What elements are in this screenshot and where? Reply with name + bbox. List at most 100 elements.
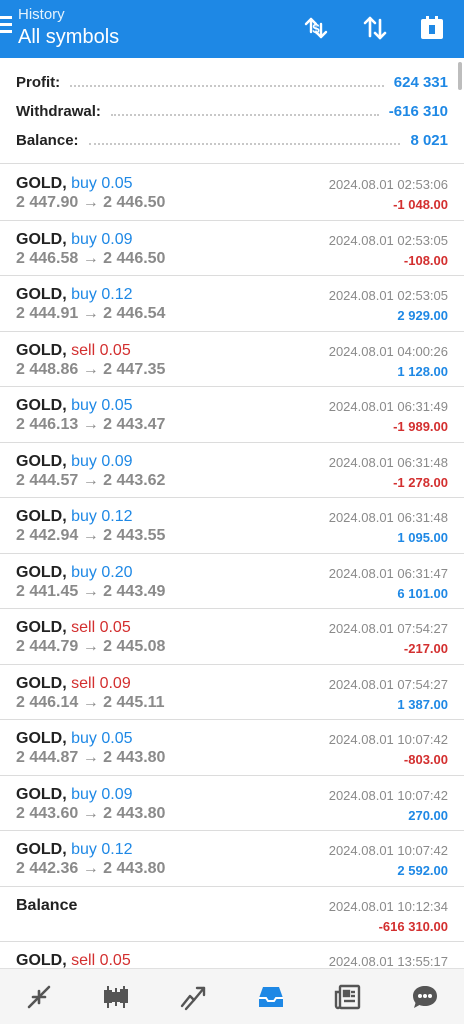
- deal-title: GOLD, buy 0.09: [16, 453, 133, 471]
- deal-row[interactable]: GOLD, buy 0.09 2 443.60 → 2 443.80 2024.08…: [0, 776, 464, 831]
- deal-symbol: GOLD,: [16, 952, 67, 969]
- deal-prices: 2 447.90 → 2 446.50: [16, 194, 166, 211]
- deal-prices: 2 441.45 → 2 443.49: [16, 582, 166, 600]
- deal-prices: 2 442.94 → 2 443.55: [16, 527, 166, 544]
- withdrawal-label: Withdrawal:: [16, 102, 101, 120]
- deal-title: GOLD, buy 0.05: [16, 175, 133, 193]
- deal-title: GOLD, buy 0.05: [16, 397, 133, 415]
- deal-time: 2024.08.01 10:12:34: [328, 898, 448, 914]
- deal-profit: 1 095.00: [397, 530, 448, 545]
- deal-symbol: GOLD,: [16, 230, 67, 248]
- deal-prices: 2 443.60 → 2 443.80: [16, 804, 166, 822]
- deal-title: GOLD, buy 0.12: [16, 508, 133, 526]
- deal-symbol: GOLD,: [16, 674, 67, 692]
- deal-type: buy 0.12: [71, 841, 133, 858]
- trade-icon[interactable]: [155, 969, 232, 1024]
- deal-profit: 1 387.00: [397, 696, 448, 712]
- deal-symbol: GOLD,: [16, 286, 67, 303]
- deal-prices: 2 446.14 → 2 445.11: [16, 693, 165, 711]
- page-title[interactable]: All symbols: [18, 26, 119, 49]
- deal-prices: 2 444.87 → 2 443.80: [16, 749, 166, 766]
- quotes-icon[interactable]: [0, 969, 77, 1024]
- deal-profit: 1 128.00: [397, 363, 448, 379]
- deal-title: GOLD, sell 0.09: [16, 675, 131, 693]
- balance-row: Balance: 8 021: [16, 128, 448, 152]
- deal-type: buy 0.12: [71, 508, 133, 525]
- account-summary: Profit: 624 331 Withdrawal: -616 310 Bal…: [0, 58, 464, 164]
- deal-row[interactable]: GOLD, buy 0.20 2 441.45 → 2 443.49 2024.08…: [0, 554, 464, 609]
- deal-symbol: GOLD,: [16, 175, 67, 192]
- deal-row[interactable]: GOLD, buy 0.12 2 442.36 → 2 443.80 2024.08…: [0, 831, 464, 887]
- deal-title: GOLD, buy 0.20: [16, 564, 133, 582]
- deal-profit: -1 989.00: [393, 419, 448, 434]
- deal-profit: -803.00: [403, 752, 448, 767]
- deal-row[interactable]: Balance 2024.08.01 10:12:34 -616 310.00: [0, 887, 464, 942]
- deal-title: GOLD, sell 0.05: [16, 619, 131, 637]
- deal-row[interactable]: GOLD, buy 0.05 2 447.90 → 2 446.50 2024.08…: [0, 165, 464, 221]
- withdrawal-value: -616 310: [388, 102, 448, 120]
- deal-title: GOLD, buy 0.05: [16, 730, 133, 748]
- deal-symbol: GOLD,: [16, 730, 67, 747]
- deal-row[interactable]: GOLD, buy 0.05 2 446.13 → 2 443.47 2024.08…: [0, 387, 464, 443]
- scrollbar[interactable]: [458, 62, 462, 90]
- deal-type: buy 0.05: [71, 730, 133, 747]
- profit-label: Profit:: [16, 73, 61, 91]
- deal-time: 2024.08.01 07:54:27: [328, 676, 448, 692]
- deal-prices: 2 448.86 → 2 447.35: [16, 360, 166, 378]
- deal-profit: 6 101.00: [397, 585, 448, 601]
- deal-title: Balance: [16, 897, 77, 915]
- deal-row[interactable]: GOLD, sell 0.09 2 446.14 → 2 445.11 2024.0…: [0, 665, 464, 720]
- deal-time: 2024.08.01 06:31:49: [328, 399, 448, 414]
- deal-time: 2024.08.01 10:07:42: [328, 843, 448, 858]
- deal-symbol: Balance: [16, 896, 78, 914]
- balance-value: 8 021: [410, 131, 448, 149]
- deal-symbol: GOLD,: [16, 341, 67, 359]
- news-icon[interactable]: [309, 969, 386, 1024]
- deal-list: GOLD, buy 0.05 2 447.90 → 2 446.50 2024.08…: [0, 165, 464, 998]
- deal-symbol: GOLD,: [16, 619, 67, 636]
- deal-type: buy 0.05: [71, 397, 133, 414]
- deal-title: GOLD, sell 0.05: [16, 342, 131, 360]
- sort-icon[interactable]: [359, 12, 391, 44]
- deal-row[interactable]: GOLD, buy 0.09 2 444.57 → 2 443.62 2024.08…: [0, 443, 464, 498]
- deal-prices: 2 444.79 → 2 445.08: [16, 638, 166, 655]
- deal-time: 2024.08.01 02:53:06: [328, 177, 448, 192]
- deal-symbol: GOLD,: [16, 841, 67, 858]
- deal-type: buy 0.12: [71, 286, 133, 303]
- deal-row[interactable]: GOLD, sell 0.05 2 444.79 → 2 445.08 2024.0…: [0, 609, 464, 665]
- deal-prices: 2 446.13 → 2 443.47: [16, 416, 166, 433]
- deal-time: 2024.08.01 02:53:05: [328, 288, 448, 303]
- chat-icon[interactable]: [387, 969, 464, 1024]
- deal-symbol: GOLD,: [16, 785, 67, 803]
- deal-time: 2024.08.01 02:53:05: [328, 232, 448, 248]
- deal-row[interactable]: GOLD, buy 0.09 2 446.58 → 2 446.50 2024.08…: [0, 221, 464, 276]
- balance-label: Balance:: [16, 131, 79, 149]
- deal-row[interactable]: GOLD, buy 0.12 2 442.94 → 2 443.55 2024.08…: [0, 498, 464, 554]
- currency-exchange-icon[interactable]: $: [300, 12, 332, 44]
- deal-row[interactable]: GOLD, buy 0.12 2 444.91 → 2 446.54 2024.08…: [0, 276, 464, 332]
- chart-icon[interactable]: [77, 969, 154, 1024]
- deal-prices: 2 446.58 → 2 446.50: [16, 249, 166, 267]
- deal-profit: -616 310.00: [378, 918, 448, 934]
- deal-prices: 2 444.57 → 2 443.62: [16, 471, 166, 489]
- history-icon[interactable]: [232, 969, 309, 1024]
- deal-profit: -1 278.00: [393, 474, 448, 490]
- calendar-icon[interactable]: [416, 12, 448, 44]
- deal-row[interactable]: GOLD, sell 0.05 2 448.86 → 2 447.35 2024.0…: [0, 332, 464, 387]
- deal-prices: 2 442.36 → 2 443.80: [16, 860, 166, 877]
- deal-title: GOLD, buy 0.09: [16, 231, 133, 249]
- deal-time: 2024.08.01 04:00:26: [328, 343, 448, 359]
- deal-type: buy 0.09: [71, 452, 133, 470]
- leader-dots: [70, 85, 384, 87]
- deal-symbol: GOLD,: [16, 563, 67, 581]
- deal-symbol: GOLD,: [16, 397, 67, 414]
- deal-row[interactable]: GOLD, buy 0.05 2 444.87 → 2 443.80 2024.08…: [0, 720, 464, 776]
- deal-time: 2024.08.01 06:31:48: [328, 454, 448, 470]
- profit-row: Profit: 624 331: [16, 70, 448, 94]
- deal-time: 2024.08.01 06:31:48: [328, 510, 448, 525]
- profit-value: 624 331: [393, 73, 448, 91]
- deal-profit: 2 929.00: [397, 308, 448, 323]
- svg-text:$: $: [312, 21, 320, 36]
- deal-type: sell 0.05: [71, 619, 131, 636]
- menu-icon[interactable]: [0, 16, 12, 36]
